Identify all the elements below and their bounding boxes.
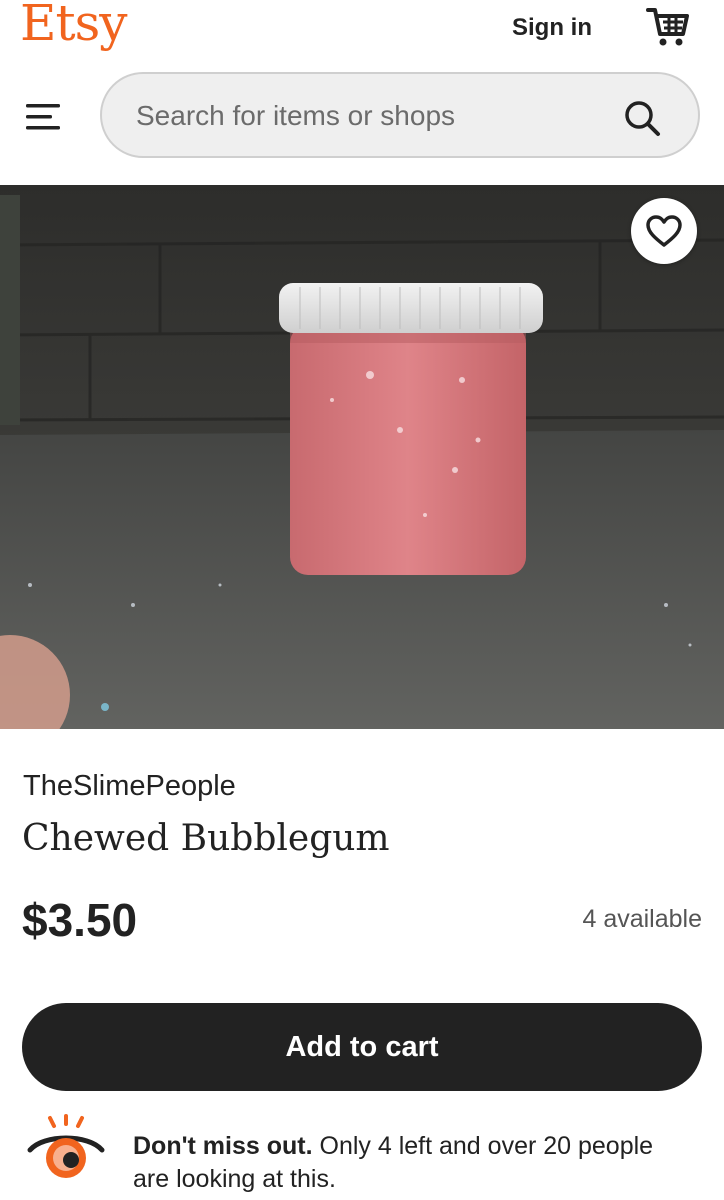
hamburger-menu-icon	[26, 104, 60, 130]
listing-price: $3.50	[22, 894, 138, 946]
scarcity-notice: Don't miss out. Only 4 left and over 20 …	[133, 1130, 693, 1196]
listing-title: Chewed Bubblegum	[22, 818, 390, 859]
cart-button[interactable]	[645, 4, 691, 50]
add-to-cart-button[interactable]: Add to cart	[22, 1003, 702, 1091]
shop-name-link[interactable]: TheSlimePeople	[23, 770, 236, 803]
search-button[interactable]	[622, 98, 662, 138]
etsy-logo[interactable]: Etsy	[20, 0, 127, 52]
cart-icon	[646, 8, 689, 46]
favorite-button[interactable]	[631, 198, 697, 264]
sign-in-link[interactable]: Sign in	[512, 14, 592, 42]
availability-text: 4 available	[582, 905, 702, 933]
notice-bold: Don't miss out.	[133, 1132, 313, 1160]
search-bar	[100, 72, 700, 158]
product-image[interactable]	[0, 185, 724, 729]
menu-button[interactable]	[26, 102, 62, 132]
heart-icon	[646, 215, 682, 247]
search-icon	[625, 101, 660, 136]
search-input[interactable]	[134, 92, 598, 140]
eye-icon	[26, 1114, 106, 1184]
product-photo	[0, 185, 724, 729]
top-header: Etsy Sign in	[0, 0, 724, 185]
